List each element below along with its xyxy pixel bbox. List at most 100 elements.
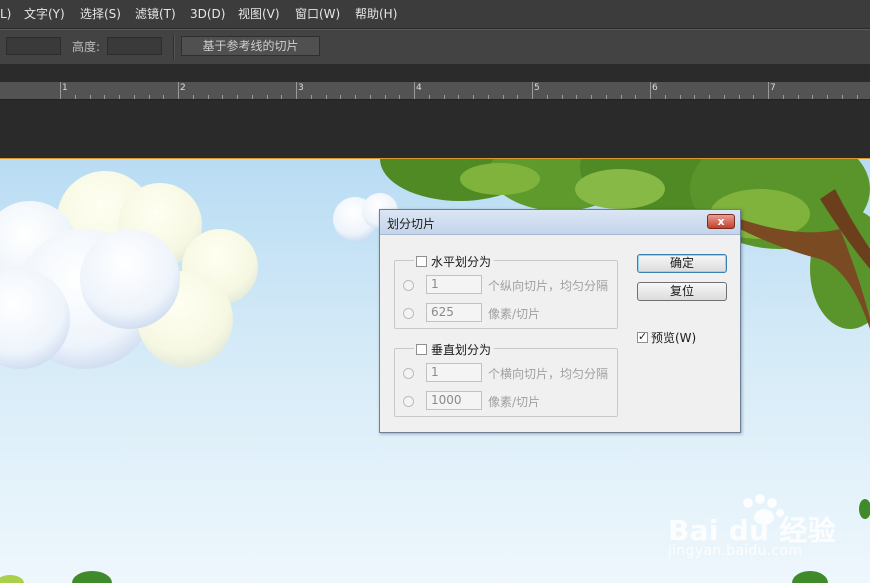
horizontal-count-unit: 个纵向切片，均匀分隔 [488, 279, 609, 293]
menu-item-help[interactable]: 帮助(H) [355, 6, 397, 22]
ruler-minor-tick [738, 95, 740, 99]
ruler-minor-tick [605, 95, 607, 99]
ruler-minor-tick [546, 95, 548, 99]
ruler-minor-tick [753, 95, 755, 99]
horizontal-divide-label: 水平划分为 [431, 254, 492, 269]
ruler-minor-tick [325, 95, 327, 99]
options-separator [173, 35, 175, 59]
divide-slice-dialog: 划分切片 x 水平划分为 1 个纵向切片，均匀分隔 625 像素/切片 垂直划分… [379, 209, 741, 433]
ruler-number: 7 [770, 83, 776, 93]
menu-item-type[interactable]: 文字(Y) [24, 6, 65, 22]
ruler-major-tick [60, 82, 61, 99]
horizontal-pixel-field[interactable]: 625 [426, 303, 482, 322]
vertical-count-field[interactable]: 1 [426, 363, 482, 382]
ok-button[interactable]: 确定 [637, 254, 727, 273]
reset-button[interactable]: 复位 [637, 282, 727, 301]
preview-checkbox[interactable] [637, 330, 648, 343]
ruler-minor-tick [104, 95, 106, 99]
menu-item-window[interactable]: 窗口(W) [295, 6, 340, 22]
ruler-minor-tick [74, 95, 76, 99]
ruler-minor-tick [473, 95, 474, 99]
ruler-minor-tick [517, 95, 519, 99]
dialog-title: 划分切片 [387, 217, 436, 231]
ruler-minor-tick [694, 95, 696, 99]
horizontal-divide-checkbox[interactable] [416, 255, 427, 267]
horizontal-pixel-radio[interactable] [403, 308, 414, 319]
menu-item-image[interactable]: L) [0, 6, 11, 22]
ruler-minor-tick [428, 95, 430, 99]
ruler-minor-tick [782, 95, 784, 99]
ruler-minor-tick [797, 95, 799, 99]
ruler-minor-tick [369, 95, 371, 99]
ruler-number: 6 [652, 83, 658, 93]
ruler-minor-tick [635, 95, 637, 99]
ruler-minor-tick [664, 95, 666, 99]
ruler-minor-tick [620, 95, 622, 99]
vertical-pixel-radio[interactable] [403, 396, 414, 407]
vertical-pixel-field[interactable]: 1000 [426, 391, 482, 410]
vertical-divide-checkbox[interactable] [416, 343, 427, 355]
ruler-minor-tick [281, 95, 283, 99]
menu-item-filter[interactable]: 滤镜(T) [135, 6, 176, 22]
ruler-minor-tick [443, 95, 445, 99]
menu-item-3d[interactable]: 3D(D) [190, 6, 225, 22]
ruler-number: 2 [180, 83, 186, 93]
vertical-pixel-unit: 像素/切片 [488, 395, 541, 409]
preview-label: 预览(W) [651, 331, 697, 345]
options-bar: 高度: 基于参考线的切片 [0, 29, 870, 65]
ruler-minor-tick [709, 95, 710, 99]
vertical-count-unit: 个横向切片，均匀分隔 [488, 367, 609, 381]
height-label: 高度: [72, 40, 101, 54]
width-field[interactable] [6, 37, 61, 55]
ruler-major-tick [532, 82, 533, 99]
ruler-minor-tick [841, 95, 843, 99]
ruler-minor-tick [399, 95, 401, 99]
ruler-major-tick [178, 82, 179, 99]
ruler-minor-tick [89, 95, 91, 99]
ruler-minor-tick [119, 95, 120, 99]
ruler-minor-tick [192, 95, 194, 99]
horizontal-ruler[interactable]: 1 2 3 4 5 6 7 [0, 82, 870, 100]
ruler-minor-tick [502, 95, 504, 99]
ruler-major-tick [414, 82, 415, 99]
ruler-number: 4 [416, 83, 422, 93]
ruler-number: 3 [298, 83, 304, 93]
close-icon[interactable]: x [707, 214, 735, 229]
vertical-divide-legend[interactable]: 垂直划分为 [414, 341, 495, 357]
horizontal-count-radio[interactable] [403, 280, 414, 291]
ruler-minor-tick [723, 95, 725, 99]
ruler-minor-tick [812, 95, 814, 99]
ruler-minor-tick [679, 95, 681, 99]
ruler-minor-tick [827, 95, 828, 99]
ruler-minor-tick [148, 95, 150, 99]
vertical-count-radio[interactable] [403, 368, 414, 379]
ruler-minor-tick [856, 95, 858, 99]
ruler-minor-tick [591, 95, 592, 99]
horizontal-divide-legend[interactable]: 水平划分为 [414, 253, 495, 269]
ruler-minor-tick [222, 95, 224, 99]
pasteboard [0, 100, 870, 158]
baidu-url-text: jingyan.baidu.com [668, 543, 803, 559]
horizontal-count-field[interactable]: 1 [426, 275, 482, 294]
preview-option[interactable]: 预览(W) [637, 329, 696, 346]
ruler-minor-tick [251, 95, 253, 99]
ruler-minor-tick [355, 95, 356, 99]
menu-item-view[interactable]: 视图(V) [238, 6, 280, 22]
height-field[interactable] [107, 37, 162, 55]
ruler-minor-tick [237, 95, 238, 99]
ruler-major-tick [296, 82, 297, 99]
menu-bar: L) 文字(Y) 选择(S) 滤镜(T) 3D(D) 视图(V) 窗口(W) 帮… [0, 0, 870, 29]
ruler-minor-tick [458, 95, 460, 99]
slices-from-guides-button[interactable]: 基于参考线的切片 [181, 36, 320, 56]
ruler-minor-tick [266, 95, 268, 99]
ruler-number: 5 [534, 83, 540, 93]
ruler-minor-tick [207, 95, 209, 99]
menu-item-select[interactable]: 选择(S) [80, 6, 121, 22]
ruler-minor-tick [487, 95, 489, 99]
ruler-minor-tick [310, 95, 312, 99]
ruler-minor-tick [561, 95, 563, 99]
ruler-minor-tick [576, 95, 578, 99]
dialog-titlebar[interactable]: 划分切片 x [380, 210, 740, 235]
ruler-major-tick [650, 82, 651, 99]
horizontal-pixel-unit: 像素/切片 [488, 307, 541, 321]
